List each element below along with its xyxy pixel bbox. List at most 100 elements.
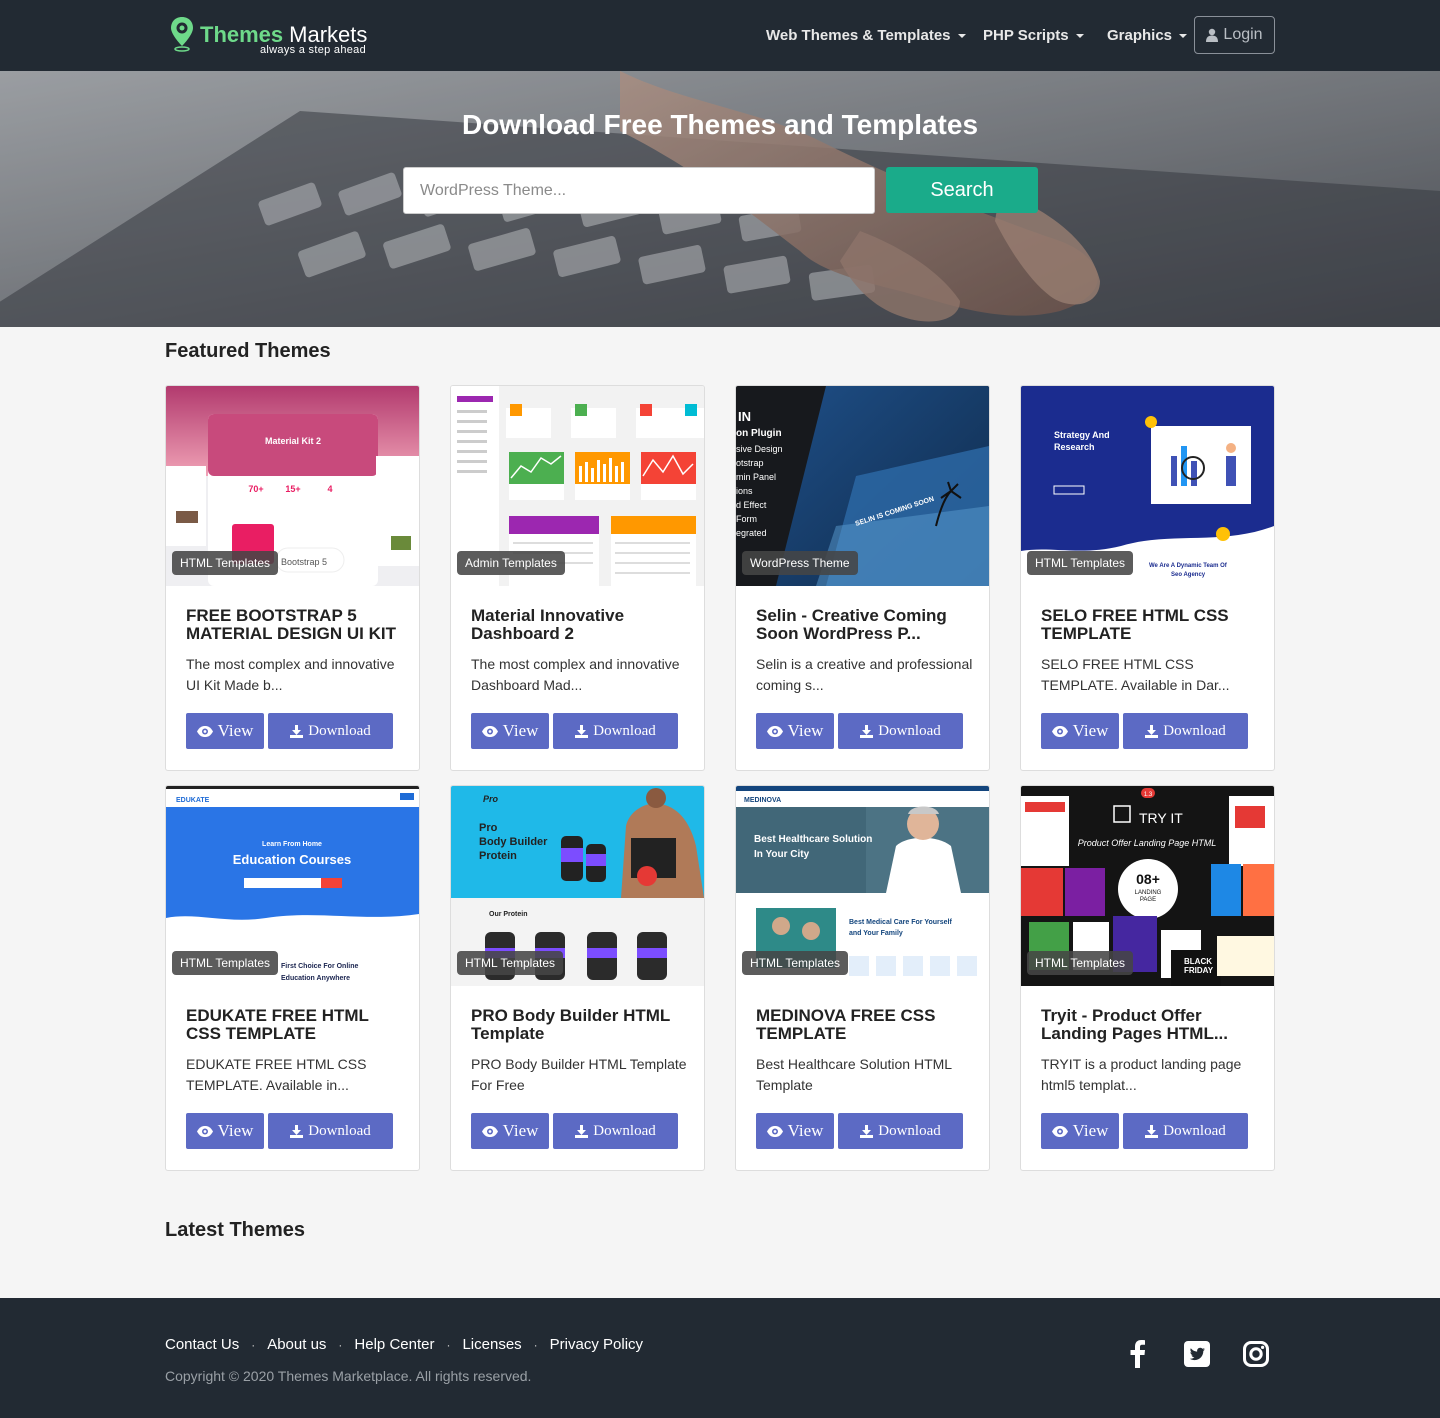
site-logo[interactable]: Themes Markets always a step ahead xyxy=(170,16,370,56)
copyright-text: Copyright © 2020 Themes Marketplace. All… xyxy=(165,1368,532,1384)
login-button[interactable]: Login xyxy=(1194,16,1275,54)
search-input[interactable] xyxy=(403,167,875,214)
eye-icon xyxy=(766,1125,783,1137)
instagram-link[interactable] xyxy=(1240,1338,1272,1370)
theme-thumbnail[interactable]: Pro Pro Body Builder Protein Our Protein… xyxy=(451,786,704,986)
eye-icon xyxy=(1051,1125,1068,1137)
theme-thumbnail[interactable]: IN on Plugin sive Design otstrap min Pan… xyxy=(736,386,989,586)
footer-link-licenses[interactable]: Licenses xyxy=(462,1336,521,1353)
download-button[interactable]: Download xyxy=(838,713,963,749)
footer: Contact Us · About us · Help Center · Li… xyxy=(0,1298,1440,1418)
theme-card: Material Kit 2 70+ 15+ 4 Bootstrap 5 HTM… xyxy=(165,385,420,771)
svg-text:d Effect: d Effect xyxy=(736,500,767,510)
download-button[interactable]: Download xyxy=(1123,1113,1248,1149)
category-badge[interactable]: WordPress Theme xyxy=(742,551,858,575)
eye-icon xyxy=(196,725,213,737)
eye-icon xyxy=(481,725,498,737)
svg-text:ions: ions xyxy=(736,486,753,496)
footer-link-privacy[interactable]: Privacy Policy xyxy=(550,1336,643,1353)
view-button[interactable]: View xyxy=(756,713,834,749)
download-icon xyxy=(290,724,304,738)
svg-text:First Choice For Online: First Choice For Online xyxy=(281,963,359,970)
search-button[interactable]: Search xyxy=(886,167,1038,213)
svg-text:MEDINOVA: MEDINOVA xyxy=(744,797,781,804)
theme-card: Strategy And Research We Are A Dynamic T… xyxy=(1020,385,1275,771)
eye-icon xyxy=(481,1125,498,1137)
download-button[interactable]: Download xyxy=(553,713,678,749)
category-badge[interactable]: HTML Templates xyxy=(457,951,564,975)
view-button[interactable]: View xyxy=(471,713,549,749)
theme-description: Best Healthcare Solution HTML Template xyxy=(756,1056,952,1093)
footer-link-about[interactable]: About us xyxy=(267,1336,326,1353)
view-button[interactable]: View xyxy=(186,713,264,749)
theme-card: 1.3 TRY IT Product Offer Landing Page HT… xyxy=(1020,785,1275,1171)
svg-text:egrated: egrated xyxy=(736,528,767,538)
theme-title[interactable]: FREE BOOTSTRAP 5 MATERIAL DESIGN UI KIT xyxy=(186,607,401,643)
download-label: Download xyxy=(1163,1122,1226,1139)
svg-text:4: 4 xyxy=(327,484,332,494)
svg-text:Protein: Protein xyxy=(479,850,517,862)
category-badge[interactable]: HTML Templates xyxy=(172,951,279,975)
view-button[interactable]: View xyxy=(1041,1113,1119,1149)
nav-graphics[interactable]: Graphics xyxy=(1107,0,1188,71)
category-badge[interactable]: HTML Templates xyxy=(742,951,849,975)
theme-thumbnail[interactable]: Strategy And Research We Are A Dynamic T… xyxy=(1021,386,1274,586)
download-label: Download xyxy=(593,722,656,739)
svg-text:min Panel: min Panel xyxy=(736,472,776,482)
twitter-link[interactable] xyxy=(1181,1338,1213,1370)
facebook-link[interactable] xyxy=(1122,1338,1154,1370)
theme-thumbnail[interactable]: 1.3 TRY IT Product Offer Landing Page HT… xyxy=(1021,786,1274,986)
view-label: View xyxy=(217,1121,254,1140)
view-button[interactable]: View xyxy=(186,1113,264,1149)
view-button[interactable]: View xyxy=(1041,713,1119,749)
theme-card: Pro Pro Body Builder Protein Our Protein… xyxy=(450,785,705,1171)
theme-title[interactable]: EDUKATE FREE HTML CSS TEMPLATE xyxy=(186,1007,401,1043)
download-button[interactable]: Download xyxy=(1123,713,1248,749)
download-button[interactable]: Download xyxy=(268,713,393,749)
eye-icon xyxy=(766,725,783,737)
view-label: View xyxy=(1072,721,1109,740)
theme-description: TRYIT is a product landing page html5 te… xyxy=(1041,1056,1242,1093)
theme-thumbnail[interactable]: Admin Templates xyxy=(451,386,704,586)
svg-text:FRIDAY: FRIDAY xyxy=(1184,966,1214,975)
footer-link-help[interactable]: Help Center xyxy=(354,1336,434,1353)
download-icon xyxy=(860,1124,874,1138)
view-button[interactable]: View xyxy=(756,1113,834,1149)
theme-thumbnail[interactable]: Material Kit 2 70+ 15+ 4 Bootstrap 5 HTM… xyxy=(166,386,419,586)
hero-title: Download Free Themes and Templates xyxy=(461,109,979,140)
category-badge[interactable]: Admin Templates xyxy=(457,551,565,575)
caret-down-icon xyxy=(1179,33,1188,38)
svg-text:70+: 70+ xyxy=(248,484,263,494)
caret-down-icon xyxy=(1075,33,1084,38)
theme-title[interactable]: Selin - Creative Coming Soon WordPress P… xyxy=(756,607,971,643)
footer-link-contact[interactable]: Contact Us xyxy=(165,1336,239,1353)
download-icon xyxy=(290,1124,304,1138)
theme-title[interactable]: Material Innovative Dashboard 2 xyxy=(471,607,686,643)
category-badge[interactable]: HTML Templates xyxy=(1027,551,1134,575)
view-label: View xyxy=(217,721,254,740)
theme-thumbnail[interactable]: EDUKATE Learn From Home Education Course… xyxy=(166,786,419,986)
view-button[interactable]: View xyxy=(471,1113,549,1149)
download-button[interactable]: Download xyxy=(553,1113,678,1149)
theme-card: MEDINOVA Best Healthcare Solution In You… xyxy=(735,785,990,1171)
nav-php-scripts[interactable]: PHP Scripts xyxy=(983,0,1084,71)
svg-text:Form: Form xyxy=(736,514,757,524)
download-button[interactable]: Download xyxy=(838,1113,963,1149)
download-label: Download xyxy=(878,1122,941,1139)
featured-heading: Featured Themes xyxy=(165,340,331,362)
category-badge[interactable]: HTML Templates xyxy=(172,551,279,575)
logo-tagline: always a step ahead xyxy=(260,44,366,56)
svg-text:TRY IT: TRY IT xyxy=(1139,810,1183,826)
theme-title[interactable]: Tryit - Product Offer Landing Pages HTML… xyxy=(1041,1007,1256,1043)
theme-title[interactable]: MEDINOVA FREE CSS TEMPLATE xyxy=(756,1007,971,1043)
theme-thumbnail[interactable]: MEDINOVA Best Healthcare Solution In You… xyxy=(736,786,989,986)
user-icon xyxy=(1206,28,1219,42)
download-button[interactable]: Download xyxy=(268,1113,393,1149)
theme-title[interactable]: SELO FREE HTML CSS TEMPLATE xyxy=(1041,607,1256,643)
nav-web-themes[interactable]: Web Themes & Templates xyxy=(766,0,966,71)
category-badge[interactable]: HTML Templates xyxy=(1027,951,1134,975)
download-icon xyxy=(1145,724,1159,738)
view-label: View xyxy=(502,1121,539,1140)
theme-title[interactable]: PRO Body Builder HTML Template xyxy=(471,1007,686,1043)
download-label: Download xyxy=(308,1122,371,1139)
